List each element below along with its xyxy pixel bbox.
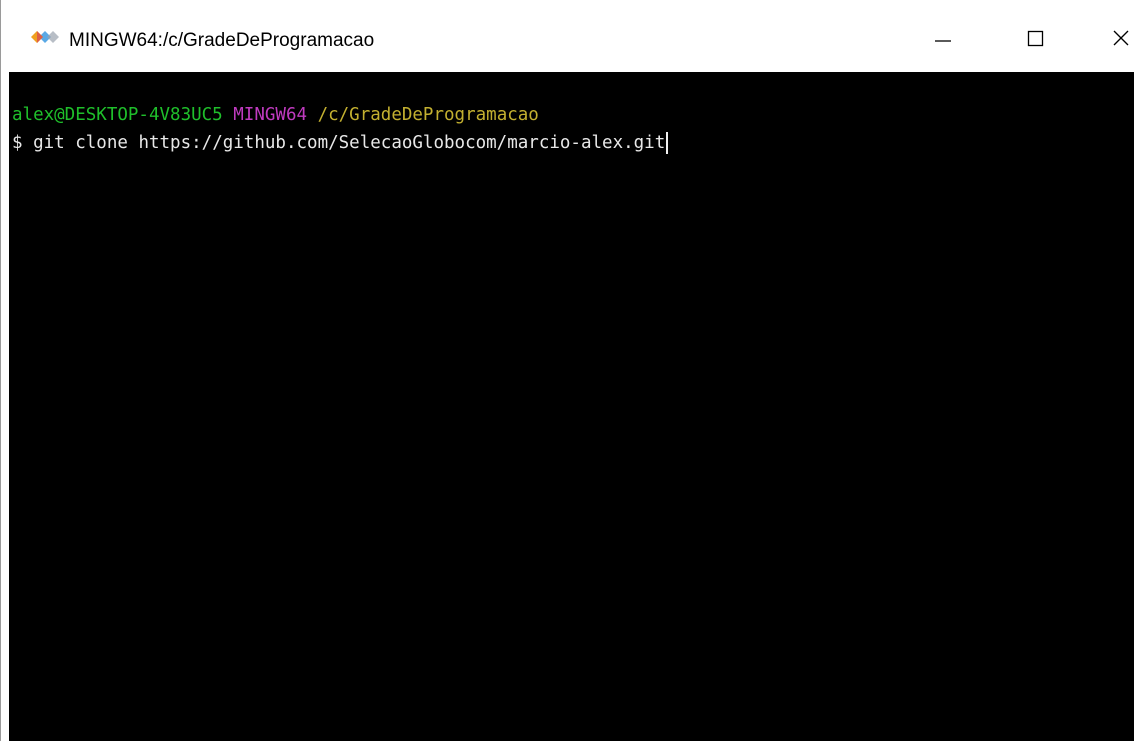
prompt-symbol: $ [12,133,23,153]
prompt-path: /c/GradeDeProgramacao [317,105,539,125]
git-bash-diamond-icon [29,26,61,48]
command-text: git clone https://github.com/SelecaoGlob… [33,133,666,153]
close-button[interactable] [1099,18,1134,62]
prompt-line: alex@DESKTOP-4V83UC5 MINGW64 /c/GradeDeP… [12,104,539,126]
close-icon [1112,29,1130,52]
prompt-user-host: alex@DESKTOP-4V83UC5 [12,105,223,125]
terminal-window: MINGW64:/c/GradeDeProgramacao alex@DESKT… [0,0,1134,741]
maximize-button[interactable] [1013,18,1057,62]
terminal-area[interactable]: alex@DESKTOP-4V83UC5 MINGW64 /c/GradeDeP… [9,72,1134,741]
maximize-icon [1026,29,1044,52]
window-title: MINGW64:/c/GradeDeProgramacao [69,30,375,51]
command-line[interactable]: $ git clone https://github.com/SelecaoGl… [12,132,669,154]
minimize-button[interactable] [921,18,965,62]
minimize-icon [934,29,952,52]
prompt-system: MINGW64 [233,105,308,125]
title-bar[interactable]: MINGW64:/c/GradeDeProgramacao [1,0,1134,72]
text-cursor [666,132,669,154]
